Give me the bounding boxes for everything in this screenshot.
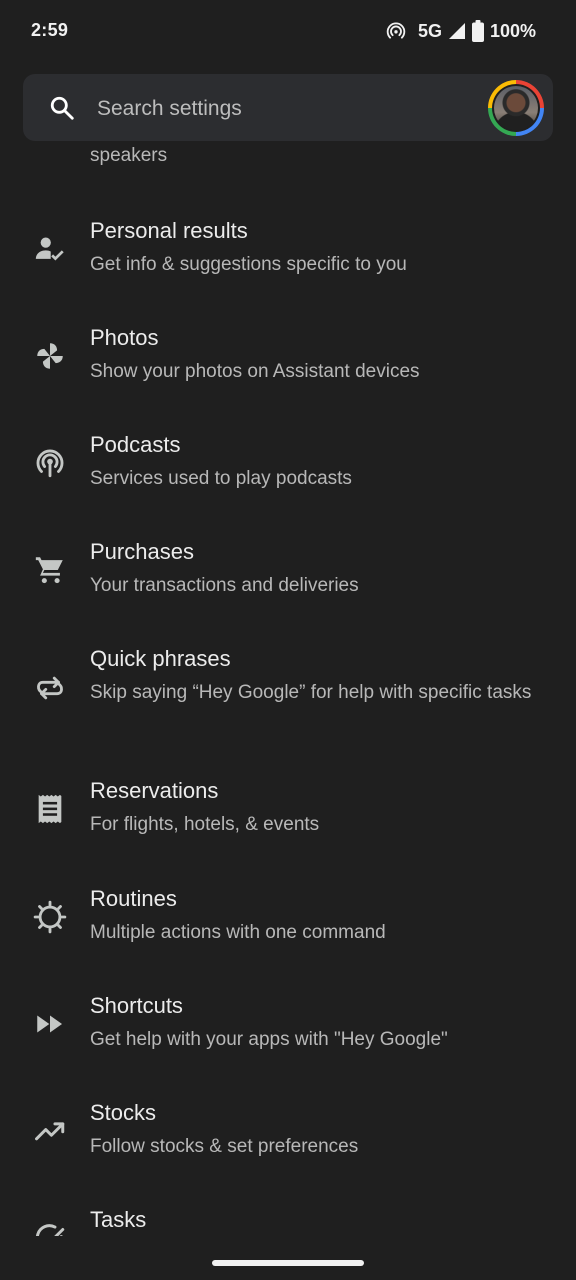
avatar[interactable]	[488, 80, 544, 136]
status-bar: 2:59 5G 100%	[0, 0, 576, 62]
person-check-icon	[33, 232, 67, 266]
list-item-subtitle: Services used to play podcasts	[90, 468, 352, 489]
partial-item-subtitle: speakers	[90, 145, 168, 166]
list-item-subtitle: Show your photos on Assistant devices	[90, 361, 420, 382]
list-item-reservations[interactable]: Reservations For flights, hotels, & even…	[0, 778, 576, 838]
list-item-title: Routines	[90, 886, 177, 911]
list-item-title: Stocks	[90, 1100, 157, 1125]
trending-up-icon	[33, 1114, 67, 1148]
settings-list: speakers Personal results Get info & sug…	[0, 141, 576, 1246]
repeat-icon	[33, 671, 67, 705]
hotspot-icon	[386, 21, 406, 41]
cart-icon	[33, 553, 67, 587]
fast-forward-icon	[33, 1007, 67, 1041]
search-icon[interactable]	[49, 95, 75, 121]
list-item-subtitle: Get info & suggestions specific to you	[90, 254, 407, 275]
list-item-title: Reservations	[90, 778, 219, 803]
list-item-stocks[interactable]: Stocks Follow stocks & set preferences	[0, 1100, 576, 1160]
list-item-quick-phrases[interactable]: Quick phrases Skip saying “Hey Google” f…	[0, 646, 576, 732]
list-item-title: Personal results	[90, 218, 248, 243]
network-type: 5G	[417, 20, 442, 41]
receipt-icon	[33, 792, 67, 826]
list-item-subtitle: Your transactions and deliveries	[90, 575, 359, 596]
search-bar[interactable]	[23, 74, 553, 141]
list-item-shortcuts[interactable]: Shortcuts Get help with your apps with "…	[0, 993, 576, 1053]
avatar-photo	[494, 86, 538, 130]
list-item-title: Quick phrases	[90, 646, 231, 671]
podcast-icon	[33, 446, 67, 480]
list-item-title: Tasks	[90, 1207, 147, 1232]
navigation-bar	[0, 1236, 576, 1280]
status-time: 2:59	[31, 20, 69, 40]
list-item-title: Purchases	[90, 539, 194, 564]
battery-level: 100%	[489, 20, 536, 41]
list-item-title: Shortcuts	[90, 993, 183, 1018]
list-item-subtitle: For flights, hotels, & events	[90, 814, 320, 835]
list-item-subtitle: Follow stocks & set preferences	[90, 1136, 359, 1157]
search-input[interactable]	[95, 88, 479, 130]
status-icons: 5G 100%	[386, 18, 536, 44]
list-item-subtitle: Skip saying “Hey Google” for help with s…	[90, 682, 532, 703]
list-item-podcasts[interactable]: Podcasts Services used to play podcasts	[0, 432, 576, 492]
signal-icon	[448, 22, 466, 40]
list-item-subtitle: Multiple actions with one command	[90, 922, 386, 943]
home-indicator[interactable]	[212, 1260, 364, 1266]
list-item-photos[interactable]: Photos Show your photos on Assistant dev…	[0, 325, 576, 385]
list-item-subtitle: Get help with your apps with "Hey Google…	[90, 1029, 448, 1050]
pinwheel-icon	[33, 339, 67, 373]
routine-icon	[33, 900, 67, 934]
battery-icon	[471, 20, 484, 42]
list-item-routines[interactable]: Routines Multiple actions with one comma…	[0, 886, 576, 946]
list-item-title: Photos	[90, 325, 159, 350]
list-item-personal-results[interactable]: Personal results Get info & suggestions …	[0, 218, 576, 278]
list-item-purchases[interactable]: Purchases Your transactions and deliveri…	[0, 539, 576, 599]
list-item-title: Podcasts	[90, 432, 181, 457]
